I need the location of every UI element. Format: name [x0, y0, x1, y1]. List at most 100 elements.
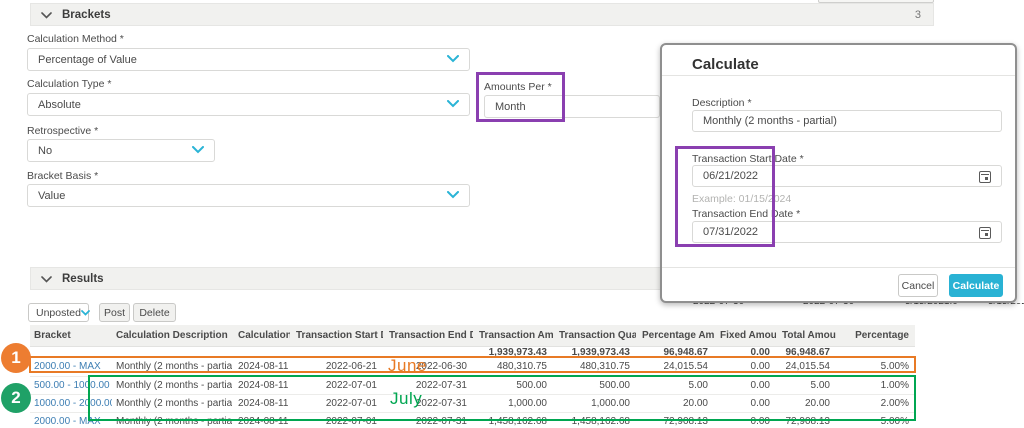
date-example-hint: Example: 01/15/2024 [692, 193, 791, 205]
clipped-text-fragment: 2022-07-30 [693, 303, 753, 308]
bracket-basis-label: Bracket Basis * [27, 170, 98, 182]
cancel-button[interactable]: Cancel [898, 274, 938, 297]
chevron-down-icon [447, 190, 459, 202]
retrospective-select[interactable]: No [27, 139, 215, 162]
clipped-text-fragment: 5/15/2021.0 [905, 303, 965, 308]
cell-calculation-date: 2024-08-11 [232, 412, 290, 428]
brackets-count-badge: 3 [915, 9, 923, 21]
cell-percentage: 5.00% [836, 412, 915, 428]
col-transaction-end-date[interactable]: Transaction End Date [383, 325, 473, 346]
summary-transaction-amount: 1,939,973.43 [473, 346, 553, 358]
table-row: 1000.00 - 2000.00 Monthly (2 months - pa… [30, 394, 915, 412]
step-1-number: 1 [11, 348, 20, 368]
status-filter-select[interactable]: Unposted [28, 303, 89, 322]
table-header-row: Bracket Calculation Description Calculat… [30, 325, 915, 346]
retrospective-label: Retrospective * [27, 125, 98, 137]
cell-percentage: 1.00% [836, 376, 915, 394]
amounts-per-value: Month [495, 101, 526, 113]
col-bracket[interactable]: Bracket [30, 325, 112, 346]
bracket-link[interactable]: 2000.00 - MAX [34, 416, 101, 427]
bracket-basis-select[interactable]: Value [27, 184, 470, 207]
table-row: 2000.00 - MAX Monthly (2 months - partia… [30, 358, 915, 376]
cell-amount: 500.00 [473, 376, 553, 394]
summary-percentage-amount: 96,948.67 [636, 346, 714, 358]
calculation-method-value: Percentage of Value [38, 54, 137, 66]
cell-calculation-date: 2024-08-11 [232, 358, 290, 376]
col-transaction-quantity[interactable]: Transaction Quantity [553, 325, 636, 346]
table-row: 500.00 - 1000.00 Monthly (2 months - par… [30, 376, 915, 394]
amounts-per-field[interactable]: Month [484, 95, 660, 118]
cell-amount: 1,458,162.68 [473, 412, 553, 428]
col-percentage-amount[interactable]: Percentage Amount [636, 325, 714, 346]
col-fixed-amount[interactable]: Fixed Amount [714, 325, 776, 346]
calendar-icon[interactable] [979, 227, 991, 239]
chevron-down-icon [41, 6, 52, 24]
modal-title: Calculate [692, 56, 759, 73]
post-button[interactable]: Post [99, 303, 130, 322]
cell-start-date: 2022-07-01 [290, 394, 383, 412]
cell-percentage-amount: 20.00 [636, 394, 714, 412]
cell-calculation-date: 2024-08-11 [232, 394, 290, 412]
chevron-down-icon [41, 270, 52, 288]
col-transaction-start-date[interactable]: Transaction Start Date [290, 325, 383, 346]
cell-quantity: 1,000.00 [553, 394, 636, 412]
modal-header-divider [662, 75, 1015, 76]
bracket-link[interactable]: 2000.00 - MAX [34, 361, 101, 372]
delete-button-label: Delete [139, 307, 169, 319]
col-calculation-date[interactable]: Calculation Date [232, 325, 290, 346]
cell-start-date: 2022-07-01 [290, 412, 383, 428]
cell-start-date: 2022-06-21 [290, 358, 383, 376]
description-value: Monthly (2 months - partial) [703, 115, 837, 127]
status-filter-value: Unposted [36, 307, 81, 319]
cell-fixed-amount: 0.00 [714, 358, 776, 376]
cell-percentage: 2.00% [836, 394, 915, 412]
bracket-basis-value: Value [38, 190, 65, 202]
cell-percentage-amount: 72,908.13 [636, 412, 714, 428]
cell-total-amount: 5.00 [776, 376, 836, 394]
bracket-link[interactable]: 500.00 - 1000.00 [34, 380, 110, 391]
cell-description: Monthly (2 months - partial) [112, 394, 232, 412]
calculation-method-select[interactable]: Percentage of Value [27, 48, 470, 71]
cell-percentage: 5.00% [836, 358, 915, 376]
calculate-modal: Calculate Description * Monthly (2 month… [660, 43, 1017, 303]
chevron-down-icon [447, 54, 459, 66]
description-input[interactable]: Monthly (2 months - partial) [692, 110, 1002, 132]
step-2-number: 2 [11, 388, 20, 408]
calendar-icon[interactable] [979, 171, 991, 183]
col-total-amount[interactable]: Total Amount [776, 325, 836, 346]
brackets-section-header[interactable]: Brackets 3 [30, 3, 934, 26]
cell-start-date: 2022-07-01 [290, 376, 383, 394]
transaction-end-date-label: Transaction End Date * [692, 208, 800, 220]
col-percentage[interactable]: Percentage [836, 325, 915, 346]
cell-fixed-amount: 0.00 [714, 412, 776, 428]
summary-fixed-amount: 0.00 [714, 346, 776, 358]
delete-button[interactable]: Delete [133, 303, 176, 322]
june-annotation: June [388, 356, 427, 376]
results-section-title: Results [62, 273, 104, 285]
cell-total-amount: 72,908.13 [776, 412, 836, 428]
summary-transaction-quantity: 1,939,973.43 [553, 346, 636, 358]
results-table: Bracket Calculation Description Calculat… [30, 325, 915, 428]
calculate-button-label: Calculate [953, 280, 1000, 292]
cell-fixed-amount: 0.00 [714, 394, 776, 412]
transaction-start-date-label: Transaction Start Date * [692, 153, 804, 165]
step-1-badge: 1 [1, 343, 31, 373]
summary-row: 1,939,973.43 1,939,973.43 96,948.67 0.00… [30, 346, 915, 358]
transaction-end-date-value: 07/31/2022 [703, 226, 758, 238]
chevron-down-icon [447, 99, 459, 111]
bracket-link[interactable]: 1000.00 - 2000.00 [34, 398, 112, 409]
transaction-end-date-input[interactable]: 07/31/2022 [692, 221, 1002, 243]
clipped-text-fragment: 2022-07-30 [803, 303, 863, 308]
col-calculation-description[interactable]: Calculation Description [112, 325, 232, 346]
calculate-button[interactable]: Calculate [949, 274, 1003, 297]
cell-total-amount: 24,015.54 [776, 358, 836, 376]
col-transaction-amount[interactable]: Transaction Amount [473, 325, 553, 346]
post-button-label: Post [104, 307, 125, 319]
summary-total-amount: 96,948.67 [776, 346, 836, 358]
calculation-type-select[interactable]: Absolute [27, 93, 470, 116]
cell-amount: 1,000.00 [473, 394, 553, 412]
calculation-type-label: Calculation Type * [27, 78, 111, 90]
chevron-down-icon [81, 307, 90, 319]
cell-description: Monthly (2 months - partial) [112, 412, 232, 428]
transaction-start-date-input[interactable]: 06/21/2022 [692, 165, 1002, 187]
